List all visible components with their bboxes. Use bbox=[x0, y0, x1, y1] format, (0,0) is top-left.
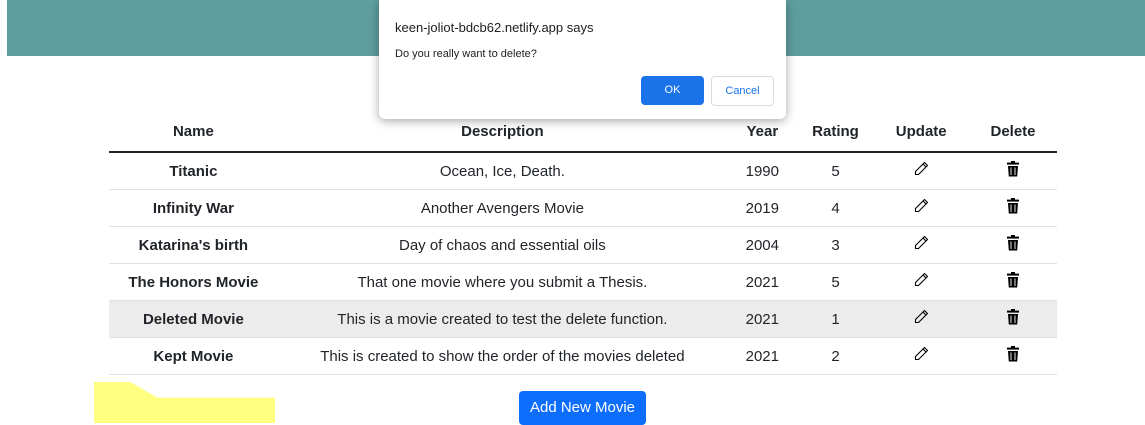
ok-button[interactable]: OK bbox=[641, 76, 704, 105]
table-row: The Honors Movie That one movie where yo… bbox=[109, 263, 1057, 301]
header-name: Name bbox=[109, 112, 278, 153]
dialog-message: Do you really want to delete? bbox=[395, 48, 537, 60]
trash-icon[interactable] bbox=[1006, 346, 1020, 366]
confirm-dialog: keen-joliot-bdcb62.netlify.app says Do y… bbox=[379, 0, 786, 119]
update-cell bbox=[873, 300, 970, 338]
delete-cell bbox=[969, 337, 1057, 375]
trash-icon[interactable] bbox=[1006, 198, 1020, 218]
movie-year: 2019 bbox=[726, 189, 798, 227]
update-cell bbox=[873, 263, 970, 301]
movie-year: 2021 bbox=[726, 263, 798, 301]
movie-rating: 2 bbox=[797, 337, 874, 375]
table-row: Katarina's birth Day of chaos and essent… bbox=[109, 226, 1057, 264]
table-row: Infinity War Another Avengers Movie 2019… bbox=[109, 189, 1057, 227]
header-delete: Delete bbox=[969, 112, 1057, 153]
movie-name: Infinity War bbox=[109, 189, 278, 227]
movie-year: 1990 bbox=[726, 152, 798, 190]
movie-year: 2021 bbox=[726, 337, 798, 375]
table-row: Titanic Ocean, Ice, Death. 1990 5 bbox=[109, 152, 1057, 190]
update-cell bbox=[873, 226, 970, 264]
trash-icon[interactable] bbox=[1006, 272, 1020, 292]
cancel-button[interactable]: Cancel bbox=[711, 76, 774, 106]
movie-description: This is a movie created to test the dele… bbox=[277, 300, 727, 338]
movie-name: Titanic bbox=[109, 152, 278, 190]
dialog-title: keen-joliot-bdcb62.netlify.app says bbox=[395, 20, 594, 35]
movie-rating: 5 bbox=[797, 152, 874, 190]
add-new-movie-button[interactable]: Add New Movie bbox=[519, 391, 646, 425]
movie-description: Another Avengers Movie bbox=[277, 189, 727, 227]
movie-rating: 5 bbox=[797, 263, 874, 301]
movie-description: Day of chaos and essential oils bbox=[277, 226, 727, 264]
delete-cell bbox=[969, 300, 1057, 338]
header-update: Update bbox=[873, 112, 970, 153]
movie-rating: 4 bbox=[797, 189, 874, 227]
movie-rating: 3 bbox=[797, 226, 874, 264]
pencil-icon[interactable] bbox=[913, 161, 929, 181]
movie-name: The Honors Movie bbox=[109, 263, 278, 301]
delete-cell bbox=[969, 226, 1057, 264]
movie-description: This is created to show the order of the… bbox=[277, 337, 727, 375]
pencil-icon[interactable] bbox=[913, 272, 929, 292]
movie-year: 2004 bbox=[726, 226, 798, 264]
trash-icon[interactable] bbox=[1006, 235, 1020, 255]
movie-name: Deleted Movie bbox=[109, 300, 278, 338]
table-row: Deleted Movie This is a movie created to… bbox=[109, 300, 1057, 338]
update-cell bbox=[873, 337, 970, 375]
movie-name: Katarina's birth bbox=[109, 226, 278, 264]
movie-rating: 1 bbox=[797, 300, 874, 338]
pencil-icon[interactable] bbox=[913, 309, 929, 329]
movie-year: 2021 bbox=[726, 300, 798, 338]
movies-table: Name Description Year Rating Update Dele… bbox=[109, 112, 1057, 375]
trash-icon[interactable] bbox=[1006, 161, 1020, 181]
highlight-mark bbox=[94, 382, 275, 423]
delete-cell bbox=[969, 152, 1057, 190]
movie-name: Kept Movie bbox=[109, 337, 278, 375]
header-rating: Rating bbox=[797, 112, 874, 153]
trash-icon[interactable] bbox=[1006, 309, 1020, 329]
update-cell bbox=[873, 189, 970, 227]
table-row: Kept Movie This is created to show the o… bbox=[109, 337, 1057, 375]
pencil-icon[interactable] bbox=[913, 235, 929, 255]
delete-cell bbox=[969, 263, 1057, 301]
update-cell bbox=[873, 152, 970, 190]
delete-cell bbox=[969, 189, 1057, 227]
pencil-icon[interactable] bbox=[913, 346, 929, 366]
movie-description: Ocean, Ice, Death. bbox=[277, 152, 727, 190]
movie-description: That one movie where you submit a Thesis… bbox=[277, 263, 727, 301]
pencil-icon[interactable] bbox=[913, 198, 929, 218]
